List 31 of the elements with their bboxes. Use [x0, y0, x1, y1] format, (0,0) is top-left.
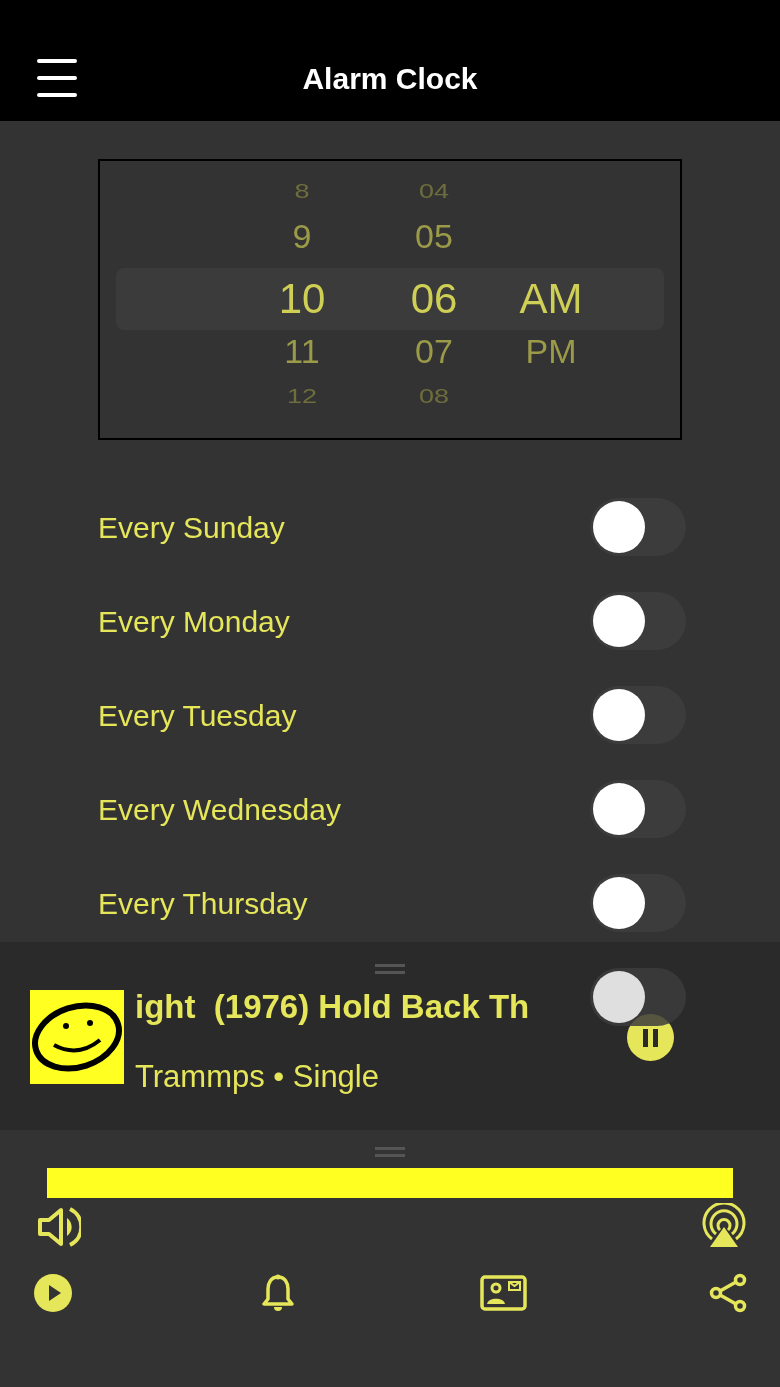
picker-option[interactable]: 9 [252, 219, 352, 253]
repeat-label: Every Sunday [98, 509, 285, 546]
time-picker[interactable]: 8 9 10 11 12 04 05 06 07 08 AM PM [98, 159, 682, 440]
picker-option[interactable]: 12 [252, 386, 352, 407]
airplay-icon[interactable] [700, 1203, 748, 1249]
picker-option[interactable]: 05 [384, 219, 484, 253]
repeat-label: Every Thursday [98, 885, 308, 922]
menu-icon[interactable] [37, 58, 77, 98]
drag-handle[interactable] [375, 1147, 405, 1157]
bell-icon[interactable] [262, 1274, 294, 1312]
picker-option[interactable]: 06 [384, 278, 484, 320]
picker-option[interactable]: 8 [252, 181, 352, 202]
volume-slider[interactable] [47, 1168, 733, 1198]
picker-option[interactable]: 10 [252, 278, 352, 320]
contact-card-icon[interactable] [480, 1275, 527, 1311]
screen-title: Alarm Clock [302, 61, 478, 97]
drag-handle[interactable] [375, 964, 405, 974]
picker-option[interactable]: PM [501, 334, 601, 368]
repeat-label: Every Monday [98, 603, 290, 640]
share-icon[interactable] [709, 1273, 747, 1313]
play-icon[interactable] [34, 1274, 72, 1312]
repeat-label: Every Tuesday [98, 697, 297, 734]
picker-option[interactable]: 04 [384, 181, 484, 202]
speaker-icon[interactable] [37, 1205, 81, 1249]
picker-option[interactable]: AM [501, 278, 601, 320]
picker-option[interactable]: 07 [384, 334, 484, 368]
repeat-label: Every Wednesday [98, 791, 341, 828]
track-subtitle: Trammps • Single [135, 1058, 379, 1096]
picker-option[interactable]: 11 [252, 334, 352, 368]
picker-option[interactable]: 08 [384, 386, 484, 407]
track-title: ight (1976) Hold Back Th [135, 987, 530, 1027]
